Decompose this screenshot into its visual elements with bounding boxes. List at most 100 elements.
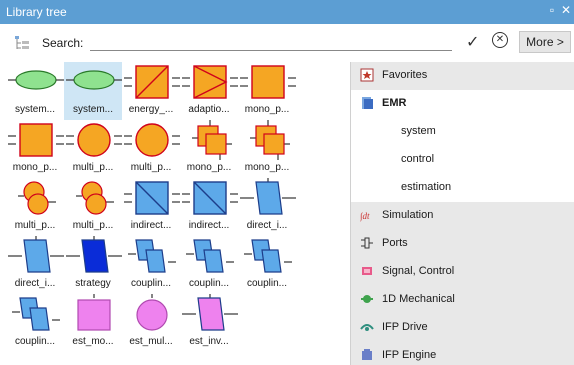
library-block-label: couplin... — [246, 278, 288, 289]
library-block[interactable]: adaptio... — [180, 62, 238, 120]
library-block-label: multi_p... — [72, 220, 114, 231]
library-block-label: direct_i... — [246, 220, 288, 231]
library-block[interactable]: est_mo... — [64, 294, 122, 352]
parallelogram-magenta-block-icon — [182, 294, 238, 331]
sidebar-item-label: control — [401, 153, 435, 165]
simulation-icon: ∫dt — [360, 211, 370, 222]
sidebar-item-signal-control[interactable]: Signal, Control — [351, 258, 574, 287]
library-block-label: mono_p... — [186, 162, 232, 173]
close-icon[interactable]: ✕ — [560, 3, 572, 17]
library-block-label: adaptio... — [188, 104, 230, 115]
library-block-label: multi_p... — [14, 220, 56, 231]
drive-icon — [360, 324, 374, 331]
library-block[interactable]: couplin... — [6, 294, 64, 352]
tree-view-icon[interactable] — [14, 35, 30, 51]
library-block[interactable]: multi_p... — [64, 178, 122, 236]
library-block-grid: system... system... energy_... adaptio... mo… — [6, 62, 344, 365]
sidebar-item-label: Signal, Control — [382, 265, 455, 277]
sidebar-item-label: Favorites — [382, 69, 428, 81]
library-block-label: couplin... — [130, 278, 172, 289]
circle-stack-block-icon — [76, 181, 114, 215]
sidebar-item-label: Ports — [382, 237, 408, 249]
library-block-label: indirect... — [188, 220, 230, 231]
sidebar-item-label: 1D Mechanical — [382, 293, 455, 305]
ellipse-green-block-icon — [8, 70, 64, 90]
sidebar-item-favorites[interactable]: Favorites — [351, 62, 574, 91]
square-diag-blue-block-icon — [124, 181, 180, 215]
library-block[interactable]: multi_p... — [122, 120, 180, 178]
window-title: Library tree — [6, 5, 67, 19]
library-block[interactable]: mono_p... — [238, 62, 296, 120]
library-block[interactable]: multi_p... — [64, 120, 122, 178]
square-block-icon — [8, 123, 64, 157]
library-block[interactable]: system... — [64, 62, 122, 120]
sidebar-item-label: EMR — [382, 97, 407, 109]
square-stack-block-icon — [250, 120, 290, 160]
library-block[interactable]: mono_p... — [180, 120, 238, 178]
sidebar-item-simulation[interactable]: ∫dt Simulation — [351, 202, 574, 231]
parallelogram-stack-block-icon — [128, 239, 176, 273]
library-block[interactable]: system... — [6, 62, 64, 120]
library-block-label: system... — [72, 104, 113, 115]
library-block[interactable]: couplin... — [238, 236, 296, 294]
sidebar-item-system[interactable]: system — [351, 118, 574, 146]
parallelogram-stack-block-icon — [244, 239, 292, 273]
sidebar-item-label: IFP Engine — [382, 349, 437, 361]
sidebar-item-estimation[interactable]: estimation — [351, 174, 574, 202]
mechanical-icon — [361, 295, 373, 303]
library-block-label: couplin... — [188, 278, 230, 289]
search-input[interactable] — [90, 34, 452, 51]
library-block-label: direct_i... — [14, 278, 56, 289]
library-block[interactable]: strategy — [64, 236, 122, 294]
library-block[interactable]: direct_i... — [6, 236, 64, 294]
sidebar-item-label: system — [401, 125, 436, 137]
library-block[interactable]: mono_p... — [6, 120, 64, 178]
parallelogram-stack-block-icon — [12, 297, 60, 331]
parallelogram-block-icon — [8, 236, 64, 273]
square-block-icon — [240, 65, 296, 99]
emr-icon — [362, 97, 373, 109]
library-block[interactable]: couplin... — [122, 236, 180, 294]
library-block-label: est_mo... — [72, 336, 114, 347]
sidebar-item-1d-mechanical[interactable]: 1D Mechanical — [351, 286, 574, 315]
library-block[interactable]: est_inv... — [180, 294, 238, 352]
library-block[interactable]: est_mul... — [122, 294, 180, 352]
circle-stack-block-icon — [18, 181, 56, 215]
parallelogram-stack-block-icon — [186, 239, 234, 273]
library-block[interactable]: couplin... — [180, 236, 238, 294]
signal-icon — [362, 267, 372, 275]
clear-search-icon[interactable]: ✕ — [492, 32, 508, 48]
circle-block-icon — [124, 123, 180, 157]
sidebar-item-ports[interactable]: Ports — [351, 230, 574, 259]
sidebar-item-control[interactable]: control — [351, 146, 574, 174]
pin-icon[interactable]: ▫ — [546, 3, 558, 17]
library-block-label: multi_p... — [130, 162, 172, 173]
ellipse-green-block-icon — [66, 70, 122, 90]
library-block-label: est_inv... — [189, 336, 229, 347]
title-bar: Library tree ▫ ✕ — [0, 0, 574, 24]
library-category-sidebar: Favorites EMR system control estimation ∫dt Si… — [350, 62, 574, 365]
svg-text:∫dt: ∫dt — [360, 211, 370, 222]
parallelogram-block-icon — [240, 178, 296, 215]
confirm-search-icon[interactable]: ✓ — [466, 32, 479, 52]
library-block-label: mono_p... — [244, 104, 290, 115]
library-block[interactable]: direct_i... — [238, 178, 296, 236]
library-block-label: est_mul... — [129, 336, 173, 347]
library-block[interactable]: indirect... — [122, 178, 180, 236]
library-block[interactable]: mono_p... — [238, 120, 296, 178]
library-block-label: energy_... — [128, 104, 174, 115]
search-toolbar: Search: ✓ ✕ More > — [0, 24, 574, 62]
library-block[interactable]: multi_p... — [6, 178, 64, 236]
sidebar-item-ifp-engine[interactable]: IFP Engine — [351, 342, 574, 365]
library-block-label: multi_p... — [72, 162, 114, 173]
square-diag-block-icon — [124, 65, 180, 99]
library-block-label: mono_p... — [12, 162, 58, 173]
sidebar-item-label: IFP Drive — [382, 321, 428, 333]
sidebar-item-emr[interactable]: EMR — [351, 90, 574, 118]
library-block-label: strategy — [75, 278, 111, 289]
sidebar-item-ifp-drive[interactable]: IFP Drive — [351, 314, 574, 343]
library-block[interactable]: energy_... — [122, 62, 180, 120]
ports-icon — [361, 237, 373, 249]
library-block[interactable]: indirect... — [180, 178, 238, 236]
more-button[interactable]: More > — [519, 31, 571, 53]
